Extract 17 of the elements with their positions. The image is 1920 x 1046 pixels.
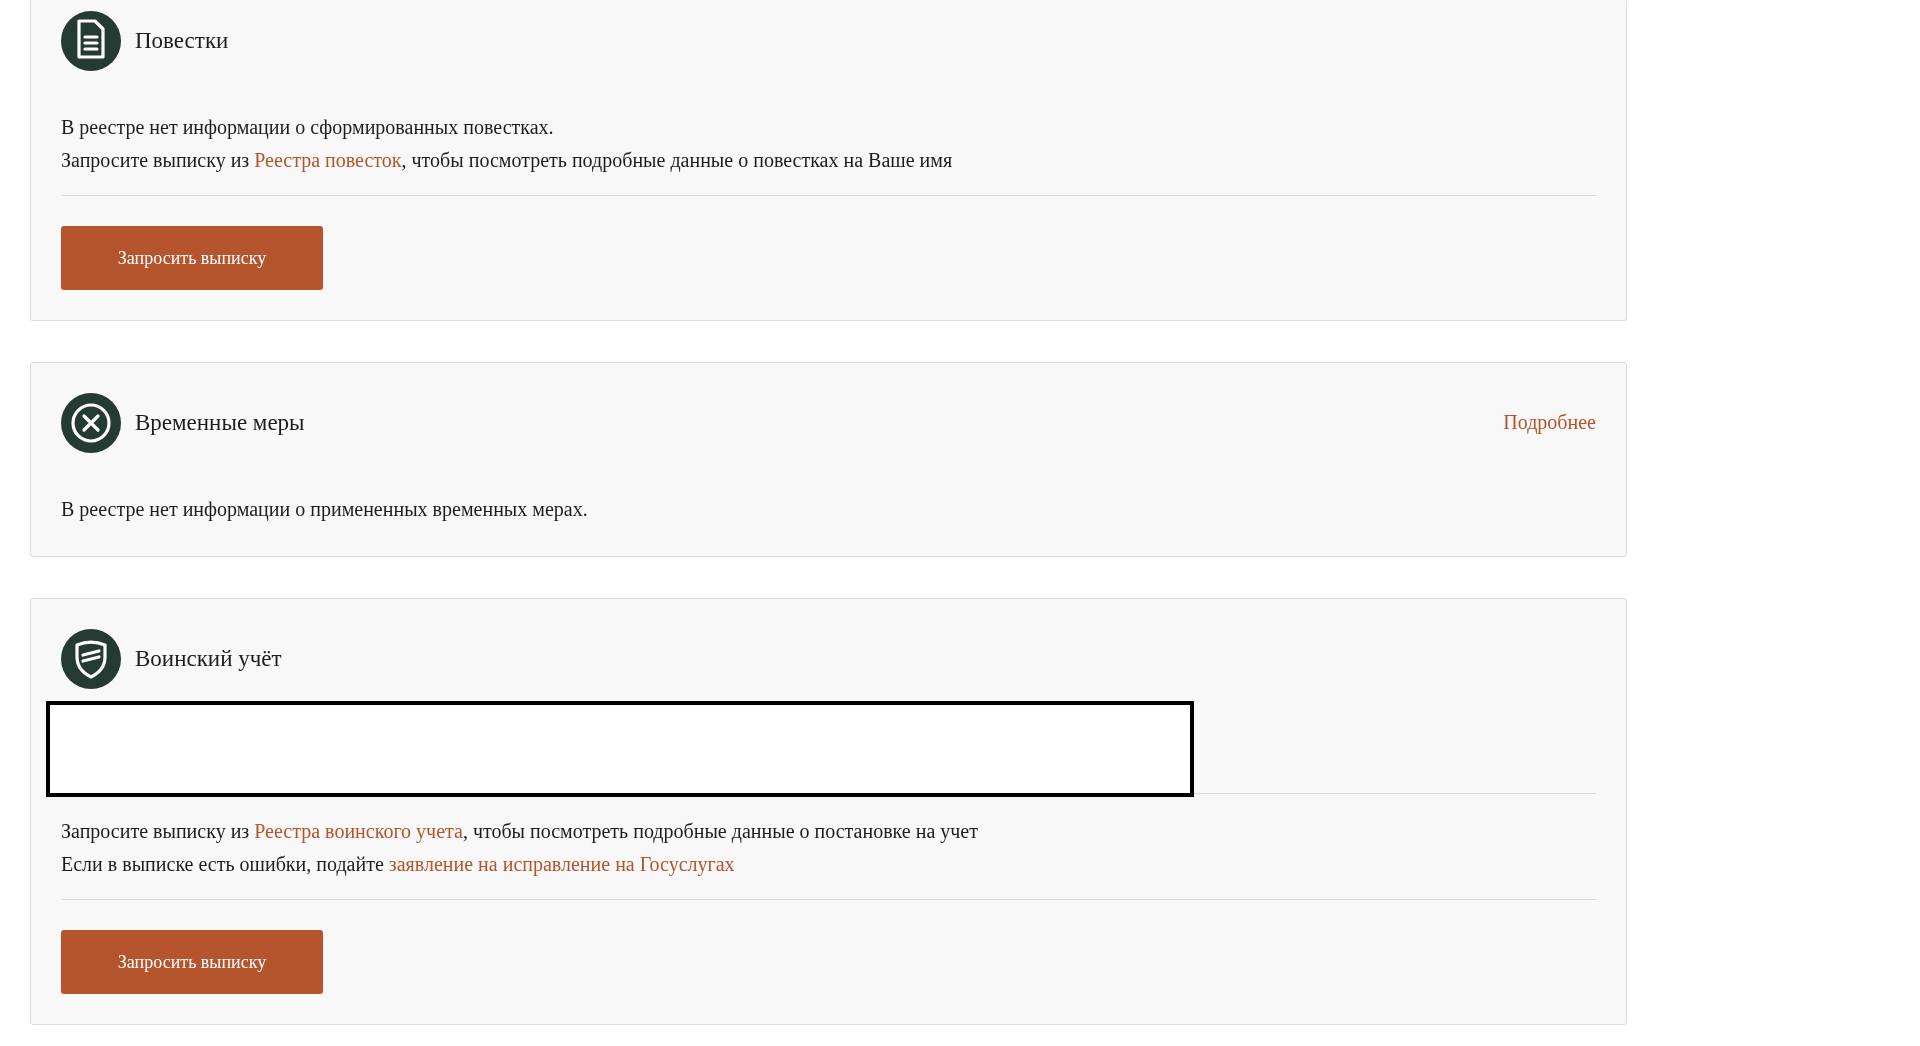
request-extract-button[interactable]: Запросить выписку bbox=[61, 930, 323, 994]
register-link[interactable]: заявление на исправление на Госуслугах bbox=[388, 853, 735, 875]
info-text: Запросите выписку из Реестра повесток, чтобы посмотреть подробные данные о повестках на Ваше имя bbox=[61, 148, 954, 174]
section-title: Повестки bbox=[135, 26, 229, 55]
shield-icon bbox=[61, 629, 121, 689]
close-circle-icon bbox=[61, 393, 121, 453]
info-text: В реестре нет информации о сформированных повестках. bbox=[61, 115, 555, 141]
request-extract-button[interactable]: Запросить выписку bbox=[61, 226, 323, 290]
document-icon bbox=[61, 11, 121, 71]
section-title: Временные меры bbox=[135, 408, 305, 437]
info-text: Если в выписке есть ошибки, подайте заявление на исправление на Госуслугах bbox=[61, 852, 736, 878]
more-link[interactable]: Подробнее bbox=[1503, 407, 1596, 437]
section-title: Воинский учёт bbox=[135, 644, 282, 673]
register-link[interactable]: Реестра воинского учета bbox=[254, 820, 463, 842]
info-text: Запросите выписку из Реестра воинского учета, чтобы посмотреть подробные данные о постановке на учет bbox=[61, 819, 979, 845]
info-text: В реестре нет информации о примененных временных мерах. bbox=[61, 497, 589, 523]
register-link[interactable]: Реестра повесток bbox=[254, 149, 402, 171]
